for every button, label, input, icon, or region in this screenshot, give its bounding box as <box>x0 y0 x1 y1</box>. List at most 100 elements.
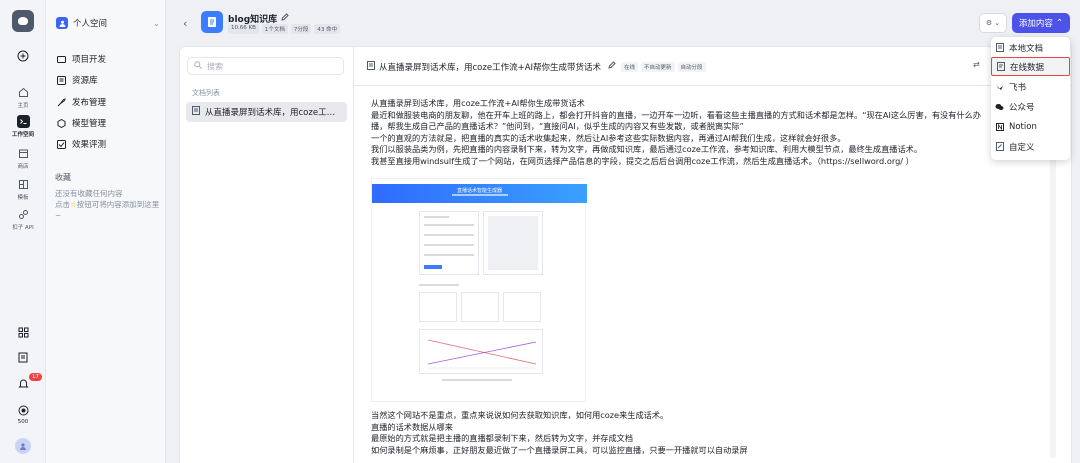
add-content-button[interactable]: 添加内容 ⌃ <box>1012 13 1070 33</box>
kb-size-tag: 10.66 KB <box>228 24 259 34</box>
rail-item-store[interactable]: 商店 <box>0 147 46 170</box>
template-icon <box>17 178 30 191</box>
back-button[interactable]: ‹ <box>183 17 187 30</box>
document-icon <box>17 351 30 364</box>
nav-item-projects[interactable]: 项目开发 <box>54 49 162 69</box>
coin-icon <box>17 404 30 417</box>
form-line <box>424 224 474 226</box>
rocket-icon <box>56 97 66 107</box>
nav-item-library[interactable]: 资源库 <box>54 70 162 90</box>
doclist-item[interactable]: 从直播录屏到话术库，用coze工… <box>186 102 347 122</box>
document-content-top: 从直播录屏到话术库，用coze工作流+AI帮你生成带货话术 最近和做服装电商的朋… <box>371 98 1021 172</box>
knowledge-base-icon <box>201 11 223 33</box>
paragraph: 最近和做服装电商的朋友聊，他在开车上班的路上，都会打开抖音的直播，一边开车一边听… <box>371 109 981 120</box>
add-content-label: 添加内容 <box>1018 19 1053 29</box>
create-button[interactable] <box>0 49 46 62</box>
menu-item-label: 本地文档 <box>1009 43 1044 54</box>
menu-item-custom[interactable]: 自定义 <box>991 137 1070 156</box>
rail-label: 扣子 API <box>12 225 34 231</box>
search-icon <box>194 61 202 71</box>
section-line <box>419 284 459 286</box>
doclist-title: 文档列表 <box>192 89 220 97</box>
footer-line <box>442 379 512 381</box>
app-logo[interactable] <box>12 10 34 32</box>
workspace-name: 个人空间 <box>73 19 108 29</box>
result-card <box>419 292 457 322</box>
segment-tag: 自动分段 <box>677 62 706 72</box>
menu-item-wechat-official[interactable]: 公众号 <box>991 97 1070 116</box>
menu-item-label: 公众号 <box>1009 102 1035 113</box>
docs-button[interactable] <box>0 351 46 364</box>
kb-doc-count-tag: 1个文档 <box>261 24 288 34</box>
workspace-selector[interactable]: 个人空间 ⌄ <box>56 14 160 32</box>
project-icon <box>56 54 66 64</box>
grid-icon <box>17 326 30 339</box>
paragraph: 从直播录屏到话术库，用coze工作流+AI帮你生成带货话术 <box>371 98 585 108</box>
apps-button[interactable] <box>0 326 46 339</box>
nav-label: 效果评测 <box>72 140 107 150</box>
nav-item-evaluation[interactable]: 效果评测 <box>54 134 162 154</box>
paragraph: 最原始的方式就是把主播的直播都录制下来，然后转为文字，并存成文档 <box>371 433 634 443</box>
paragraph: 当然这个网站不是重点，重点来说说如何去获取知识库，如何用coze来生成话术。 <box>371 410 669 420</box>
status-tag: 在线 <box>621 62 639 72</box>
app-rail: 主页 工作空间 商店 模板 扣子 API 17 500 <box>0 0 46 463</box>
form-line <box>424 216 449 218</box>
embedded-screenshot: 直播话术智能生成器 <box>371 178 587 402</box>
menu-item-notion[interactable]: Notion <box>991 117 1070 136</box>
update-tag: 不自动更新 <box>641 62 675 72</box>
feishu-icon <box>995 82 1004 91</box>
menu-item-local-doc[interactable]: 本地文档 <box>991 38 1070 57</box>
nav-item-publish[interactable]: 发布管理 <box>54 92 162 112</box>
notification-badge: 17 <box>29 373 42 381</box>
space-panel: 个人空间 ⌄ 项目开发 资源库 发布管理 模型管理 效果评测 收藏 还没有收藏任… <box>46 0 166 463</box>
result-card <box>461 292 499 322</box>
form-line <box>424 234 474 236</box>
notion-icon <box>995 122 1004 131</box>
edit-icon[interactable] <box>608 61 616 71</box>
custom-doc-icon <box>995 142 1004 151</box>
form-submit <box>424 265 442 269</box>
evaluation-icon <box>56 139 66 149</box>
kb-stats: 10.66 KB 1个文档 7分段 43 命中 <box>228 24 341 34</box>
nav-label: 资源库 <box>72 76 98 86</box>
search-input[interactable]: 搜索 <box>187 57 344 75</box>
paragraph: 我甚至直接用windsulf生成了一个网站，在网页选择产品信息的字段，提交之后后… <box>371 155 914 166</box>
plus-circle-icon <box>17 49 30 62</box>
screenshot-topbar <box>372 179 587 184</box>
chevron-down-icon: ⌄ <box>153 18 160 28</box>
paragraph: 一个的直观的方法就是，把直播的真实的话术收集起来，然后让AI参考这些实际数据内容… <box>371 132 846 143</box>
menu-item-feishu[interactable]: 飞书 <box>991 77 1070 96</box>
menu-item-label: 飞书 <box>1009 82 1027 93</box>
rail-item-workspace[interactable]: 工作空间 <box>0 115 46 138</box>
paragraph: 如何录制是个麻烦事，正好朋友最近做了一个直播录屏工具，可以监控直播，只要一开播就… <box>371 444 748 455</box>
user-avatar[interactable] <box>0 438 46 454</box>
nav-item-models[interactable]: 模型管理 <box>54 113 162 133</box>
points-button[interactable]: 500 <box>0 404 46 425</box>
user-icon <box>56 17 68 29</box>
expand-icon[interactable]: ⇄ <box>973 60 980 69</box>
chevron-left-icon: ‹ <box>183 17 188 30</box>
nav-label: 发布管理 <box>72 98 107 108</box>
favorites-empty-text: 还没有收藏任何内容 <box>55 189 123 198</box>
api-icon <box>17 208 30 221</box>
favorites-empty: 还没有收藏任何内容 点击☆按钮可将内容添加到这里~ <box>55 188 161 221</box>
menu-item-online-data[interactable]: 在线数据 <box>991 57 1070 76</box>
rail-item-templates[interactable]: 模板 <box>0 178 46 201</box>
document-tags: 在线 不自动更新 自动分段 <box>621 62 706 72</box>
document-icon <box>367 61 375 72</box>
paragraph: 我们以服装品类为例，先把直播的内容录制下来，转为文字，再做成知识库，最后通过co… <box>371 144 923 154</box>
result-card <box>503 292 541 322</box>
terminal-icon <box>16 115 30 128</box>
star-icon: ☆ <box>70 200 77 209</box>
edit-icon[interactable] <box>281 13 289 24</box>
rail-label: 主页 <box>17 103 29 109</box>
settings-button[interactable]: ⚙ ⌄ <box>979 13 1007 33</box>
wechat-icon <box>995 102 1004 111</box>
menu-item-label: 在线数据 <box>1010 62 1045 73</box>
rail-item-api[interactable]: 扣子 API <box>0 208 46 231</box>
rail-label: 商店 <box>17 164 29 170</box>
favorites-hint-pre: 点击 <box>55 200 70 209</box>
rail-item-home[interactable]: 主页 <box>0 86 46 109</box>
add-content-menu: 本地文档 在线数据 飞书 公众号 Notion 自定义 <box>991 37 1070 160</box>
nav-label: 模型管理 <box>72 119 107 129</box>
